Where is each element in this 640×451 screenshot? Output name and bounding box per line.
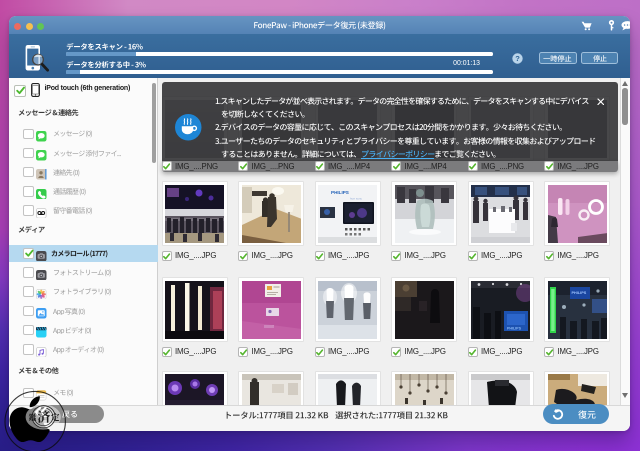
svg-text:PHILIPS: PHILIPS — [331, 190, 349, 195]
svg-text:hue sync: hue sync — [350, 196, 363, 200]
svg-text:?: ? — [515, 54, 520, 63]
svg-text:PHILIPS: PHILIPS — [571, 291, 586, 295]
svg-text:PHILIPS: PHILIPS — [507, 326, 522, 330]
